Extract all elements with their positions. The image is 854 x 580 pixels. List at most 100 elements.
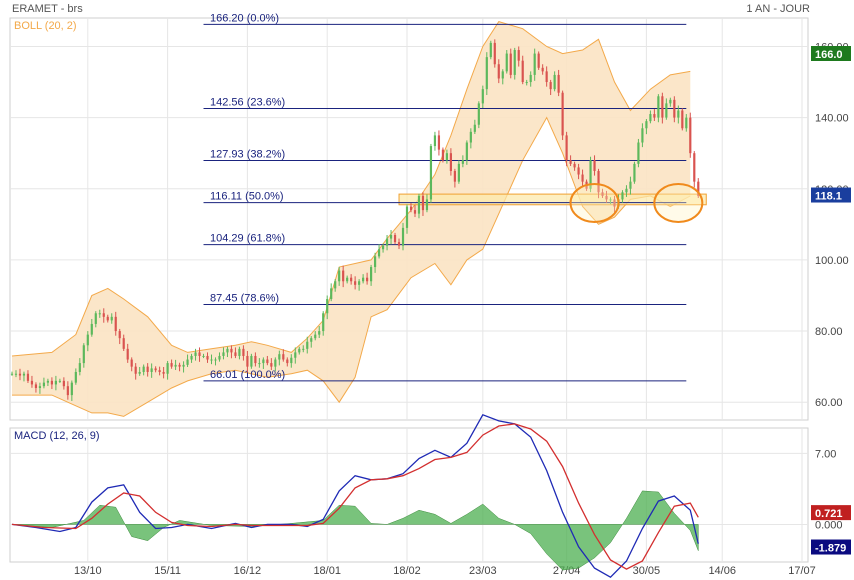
fib-level-label: 104.29 (61.8%) <box>210 233 285 245</box>
candle-body <box>461 160 464 164</box>
candle-body <box>186 359 189 365</box>
candle-body <box>637 142 640 164</box>
x-tick-label: 13/10 <box>74 565 102 577</box>
candle-body <box>242 348 245 356</box>
candle-body <box>210 359 213 361</box>
candle-body <box>154 368 157 371</box>
x-tick-label: 17/07 <box>788 565 816 577</box>
x-tick-label: 14/06 <box>708 565 736 577</box>
fib-level-label: 127.93 (38.2%) <box>210 149 285 161</box>
candle-body <box>162 371 165 374</box>
x-tick-label: 18/01 <box>313 565 341 577</box>
candle-body <box>509 53 512 75</box>
macd-y-tick-label: 7.00 <box>815 448 836 460</box>
candle-body <box>413 210 417 214</box>
last-price-badge: 118.1 <box>815 191 842 203</box>
candle-body <box>358 281 361 285</box>
candle-body <box>150 368 153 372</box>
candle-body <box>525 82 528 84</box>
candle-body <box>126 348 129 360</box>
candle-body <box>74 371 77 383</box>
candle-body <box>190 355 193 360</box>
candle-body <box>453 170 456 182</box>
candle-body <box>649 114 652 122</box>
candle-body <box>130 359 133 367</box>
candle-body <box>581 174 584 182</box>
candle-body <box>14 373 18 375</box>
candle-body <box>230 348 233 353</box>
candle-body <box>218 355 221 360</box>
candle-body <box>298 348 301 353</box>
candle-body <box>593 160 596 171</box>
candle-body <box>138 371 141 374</box>
max-price-badge: 166.0 <box>815 49 843 61</box>
candle-body <box>226 348 229 353</box>
candle-body <box>469 131 472 143</box>
candle-body <box>58 380 61 382</box>
candle-body <box>78 363 81 372</box>
candle-body <box>50 380 53 385</box>
candle-body <box>541 67 544 72</box>
candle-body <box>477 103 480 125</box>
candle-body <box>673 99 676 118</box>
candle-body <box>270 363 273 367</box>
candle-body <box>318 331 321 335</box>
candle-body <box>429 146 433 200</box>
candle-body <box>537 53 540 68</box>
fib-level-label: 116.11 (50.0%) <box>210 191 284 203</box>
candle-body <box>437 135 441 150</box>
candle-body <box>350 277 353 282</box>
candle-body <box>497 64 500 79</box>
candle-body <box>306 341 309 349</box>
candle-body <box>86 334 89 346</box>
candle-body <box>302 348 305 350</box>
fib-level-label: 166.20 (0.0%) <box>210 12 279 24</box>
candle-body <box>334 281 337 289</box>
candle-body <box>393 235 397 243</box>
candle-body <box>401 227 405 246</box>
candle-body <box>354 281 357 285</box>
candle-body <box>250 355 253 367</box>
candle-body <box>549 82 552 90</box>
candle-body <box>505 53 508 72</box>
candle-body <box>234 352 237 356</box>
candle-body <box>553 74 556 90</box>
candle-body <box>573 163 576 168</box>
candle-body <box>266 359 269 364</box>
candle-body <box>294 352 297 358</box>
candle-body <box>521 60 524 83</box>
candle-body <box>26 373 30 381</box>
candle-body <box>98 313 101 315</box>
candle-body <box>166 363 169 374</box>
candle-body <box>310 338 313 342</box>
candle-body <box>529 74 532 83</box>
candle-body <box>625 188 628 193</box>
candle-body <box>90 323 93 335</box>
candle-body <box>685 117 688 129</box>
candle-body <box>198 352 201 356</box>
candle-body <box>481 89 484 104</box>
candle-body <box>274 359 277 367</box>
candle-body <box>70 382 73 396</box>
candle-body <box>465 142 468 161</box>
candle-body <box>405 206 409 228</box>
candle-body <box>657 96 660 118</box>
candle-body <box>557 74 560 93</box>
candle-body <box>254 355 257 364</box>
candle-body <box>158 370 161 372</box>
candle-body <box>641 128 644 143</box>
x-tick-label: 16/12 <box>234 565 262 577</box>
candle-body <box>330 288 333 300</box>
candle-body <box>425 199 429 211</box>
candle-body <box>533 53 536 75</box>
candle-body <box>238 348 241 356</box>
candle-body <box>561 92 564 136</box>
candle-body <box>134 366 137 374</box>
macd-y-tick-label: 0.000 <box>815 519 843 531</box>
candle-body <box>174 364 177 367</box>
candle-body <box>54 380 57 385</box>
x-tick-label: 15/11 <box>154 565 181 577</box>
candle-body <box>18 373 22 376</box>
candle-body <box>314 334 317 339</box>
candle-body <box>373 256 377 268</box>
